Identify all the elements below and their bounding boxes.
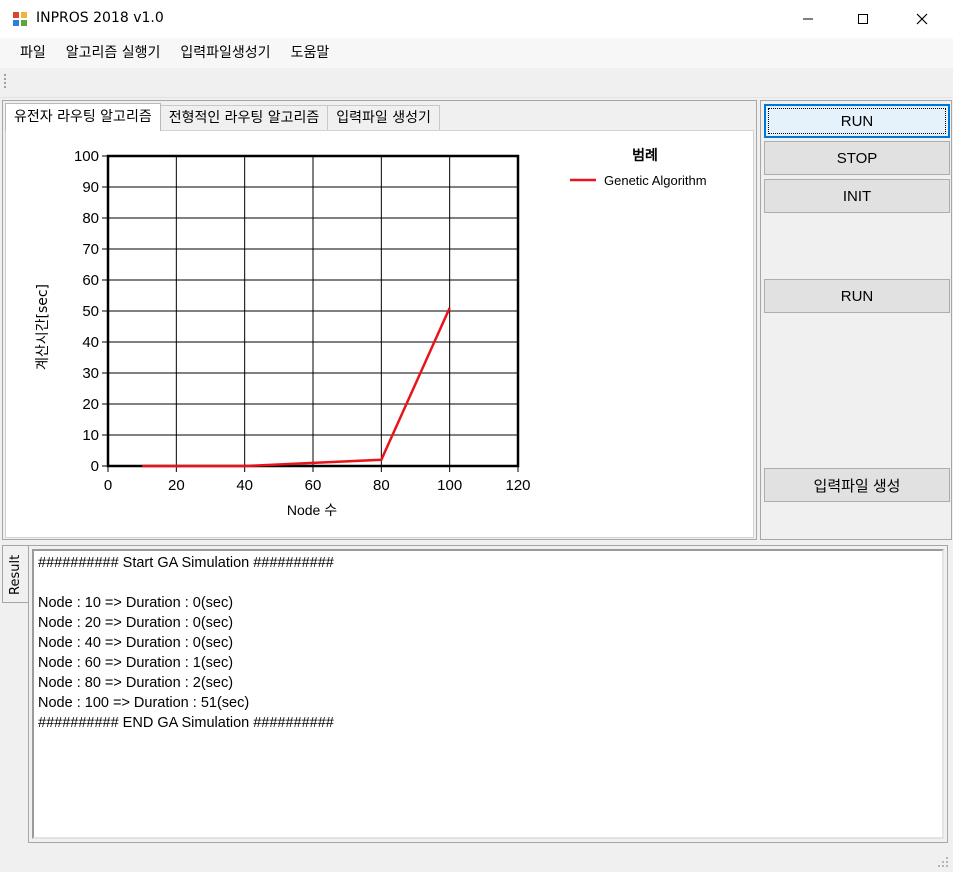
window-title: INPROS 2018 v1.0 <box>36 10 164 26</box>
line-chart: 0 10 20 30 40 50 60 70 80 90 100 0 20 40 60 80 100 120 N… <box>35 148 707 518</box>
legend-entry: Genetic Algorithm <box>604 173 707 188</box>
x-tick-label: 100 <box>437 477 462 494</box>
stop-button[interactable]: STOP <box>764 141 950 175</box>
toolbar <box>0 68 953 98</box>
tab-content: 0 10 20 30 40 50 60 70 80 90 100 0 20 40 60 80 100 120 N… <box>5 130 754 538</box>
status-bar <box>0 846 953 872</box>
result-log-line: Node : 20 => Duration : 0(sec) <box>38 615 234 631</box>
result-log-line: Node : 10 => Duration : 0(sec) <box>38 595 234 611</box>
title-bar: INPROS 2018 v1.0 <box>0 0 953 38</box>
resize-grip-icon[interactable] <box>937 856 949 868</box>
x-tick-label: 20 <box>168 477 185 494</box>
y-tick-label: 60 <box>82 272 99 289</box>
y-tick-label: 10 <box>82 427 99 444</box>
y-tick-label: 90 <box>82 179 99 196</box>
result-tab-label: Result <box>8 554 23 596</box>
y-tick-label: 70 <box>82 241 99 258</box>
menu-algorithm-runner[interactable]: 알고리즘 실행기 <box>56 38 171 68</box>
y-axis-label: 계산시간[sec] <box>35 284 51 370</box>
menu-bar: 파일 알고리즘 실행기 입력파일생성기 도움말 <box>0 38 953 68</box>
result-log-line: Node : 40 => Duration : 0(sec) <box>38 635 234 651</box>
minimize-icon <box>803 18 813 20</box>
maximize-button[interactable] <box>834 0 892 38</box>
result-log-line: Node : 60 => Duration : 1(sec) <box>38 655 234 671</box>
menu-input-generator[interactable]: 입력파일생성기 <box>170 38 280 68</box>
x-tick-label: 40 <box>236 477 253 494</box>
maximize-icon <box>858 14 868 24</box>
tab-input-generator[interactable]: 입력파일 생성기 <box>327 105 440 131</box>
init-button-label: INIT <box>842 187 872 205</box>
run-button-label: RUN <box>840 112 874 130</box>
y-tick-label: 20 <box>82 396 99 413</box>
y-tick-label: 0 <box>91 458 99 475</box>
y-tick-label: 50 <box>82 303 99 320</box>
result-log-line: ########## END GA Simulation ########## <box>38 715 334 731</box>
menu-help[interactable]: 도움말 <box>281 38 340 68</box>
x-axis-label: Node 수 <box>287 502 337 518</box>
init-button[interactable]: INIT <box>764 179 950 213</box>
menu-file[interactable]: 파일 <box>10 38 56 68</box>
result-log-line <box>38 573 938 593</box>
result-log-line: ########## Start GA Simulation #########… <box>38 555 334 571</box>
toolbar-grip-icon[interactable] <box>4 74 8 92</box>
run-classic-button[interactable]: RUN <box>764 279 950 313</box>
generate-input-file-button-label: 입력파일 생성 <box>813 477 901 495</box>
run-classic-button-label: RUN <box>840 287 874 305</box>
x-tick-label: 120 <box>505 477 530 494</box>
stop-button-label: STOP <box>836 149 878 167</box>
x-tick-label: 0 <box>104 477 112 494</box>
app-icon <box>13 12 27 26</box>
x-tick-label: 80 <box>373 477 390 494</box>
legend-title: 범례 <box>632 148 658 164</box>
result-log-line: Node : 100 => Duration : 51(sec) <box>38 695 250 711</box>
tab-strip: 유전자 라우팅 알고리즘 전형적인 라우팅 알고리즘 입력파일 생성기 <box>5 103 440 131</box>
result-log-line: Node : 80 => Duration : 2(sec) <box>38 675 234 691</box>
close-icon <box>916 13 928 25</box>
close-button[interactable] <box>893 0 951 38</box>
y-tick-label: 40 <box>82 334 99 351</box>
y-tick-label: 30 <box>82 365 99 382</box>
minimize-button[interactable] <box>779 0 837 38</box>
control-button-panel: RUN STOP INIT RUN 입력파일 생성 <box>760 100 952 540</box>
tab-genetic-routing[interactable]: 유전자 라우팅 알고리즘 <box>5 103 161 131</box>
y-tick-label: 100 <box>74 148 99 165</box>
result-panel: ########## Start GA Simulation #########… <box>28 545 948 843</box>
y-tick-label: 80 <box>82 210 99 227</box>
generate-input-file-button[interactable]: 입력파일 생성 <box>764 468 950 502</box>
run-button[interactable]: RUN <box>764 104 950 138</box>
tab-classic-routing[interactable]: 전형적인 라우팅 알고리즘 <box>159 105 329 131</box>
result-tab[interactable]: Result <box>2 545 28 603</box>
algorithm-tab-panel: 유전자 라우팅 알고리즘 전형적인 라우팅 알고리즘 입력파일 생성기 0 10 2… <box>2 100 757 540</box>
result-log-textbox[interactable]: ########## Start GA Simulation #########… <box>32 549 944 839</box>
x-tick-label: 60 <box>305 477 322 494</box>
